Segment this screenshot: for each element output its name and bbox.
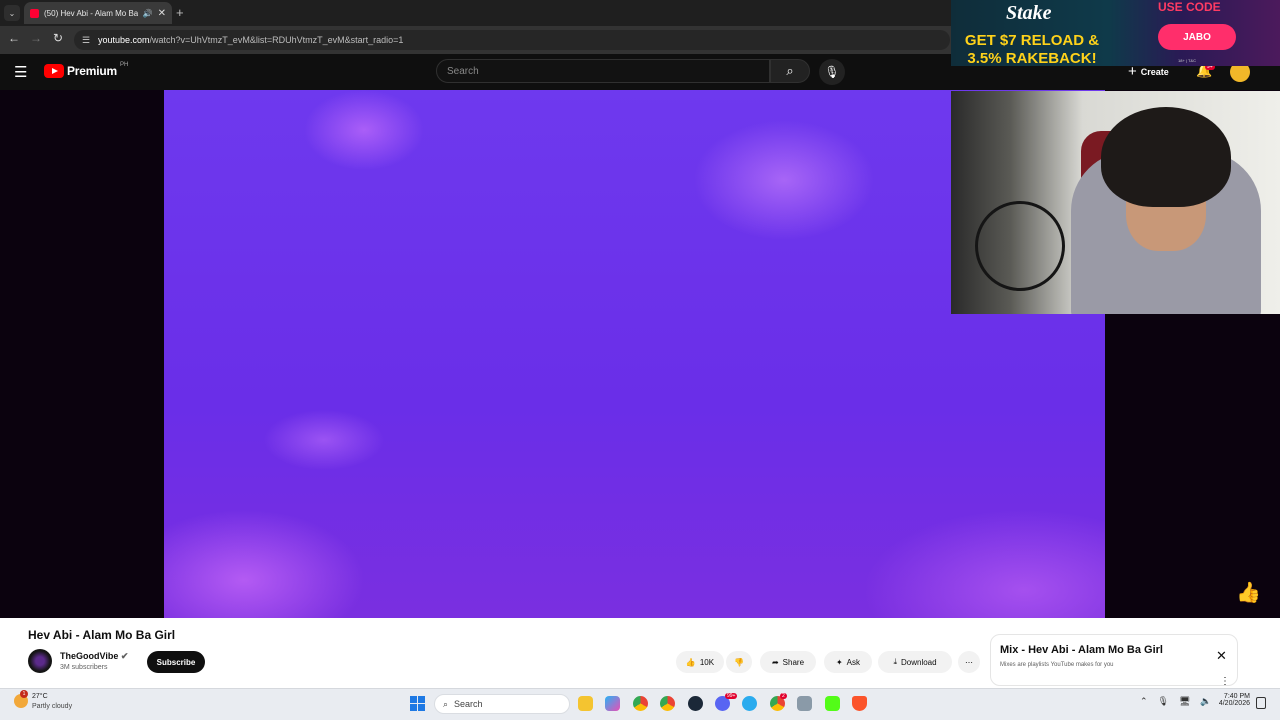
browser-tab-active[interactable]: (50) Hev Abi - Alam Mo Ba Girl 🔊 ✕ <box>24 2 172 24</box>
channel-name-text: TheGoodVibe <box>60 651 119 661</box>
download-label: Download <box>900 657 937 667</box>
chrome-badge: 2 <box>780 693 787 699</box>
mix-title: Mix - Hev Abi - Alam Mo Ba Girl <box>1000 644 1163 656</box>
volume-icon[interactable]: 🔈 <box>1200 696 1211 707</box>
tab-list-chevron-icon[interactable]: ⌄ <box>4 5 20 21</box>
telegram-icon[interactable] <box>742 696 757 711</box>
address-bar[interactable]: ☰ youtube.com/watch?v=UhVtmzT_evM&list=R… <box>74 30 950 50</box>
clock-time: 7:40 PM <box>1223 693 1250 700</box>
kick-icon[interactable] <box>825 696 840 711</box>
site-info-icon[interactable]: ☰ <box>82 35 90 46</box>
channel-name[interactable]: TheGoodVibe ✔ <box>60 651 128 662</box>
share-arrow-icon: ➦ <box>771 657 779 667</box>
voice-search-button[interactable]: 🎙 <box>819 59 845 85</box>
menu-hamburger-icon[interactable]: ☰ <box>14 63 27 81</box>
notification-center-icon[interactable] <box>1256 697 1266 709</box>
forward-arrow-icon[interactable]: → <box>30 31 42 45</box>
thumbs-up-icon: 👍 <box>685 657 696 667</box>
weather-condition: Partly cloudy <box>32 703 73 710</box>
search-button[interactable]: ⌕ <box>770 59 810 83</box>
chrome-profile-icon[interactable] <box>660 696 675 711</box>
ask-label: Ask <box>846 657 861 667</box>
subscriber-count: 3M subscribers <box>60 664 108 671</box>
close-mix-icon[interactable]: ✕ <box>1216 648 1227 664</box>
network-icon[interactable]: 🖥 <box>1179 696 1190 707</box>
microphone-icon: 🎙 <box>824 65 840 79</box>
search-input[interactable]: Search <box>436 59 770 83</box>
verified-check-icon: ✔ <box>120 651 129 661</box>
create-label: Create <box>1140 66 1169 77</box>
brave-icon[interactable] <box>852 696 867 711</box>
taskbar-search[interactable]: ⌕ Search <box>434 694 570 714</box>
tab-title: (50) Hev Abi - Alam Mo Ba Girl <box>44 8 138 18</box>
taskbar-clock[interactable]: 7:40 PM 4/20/2026 <box>1214 693 1250 707</box>
youtube-premium-logo[interactable]: Premium PH <box>44 62 129 78</box>
share-label: Share <box>782 657 805 667</box>
sparkle-icon: ✦ <box>835 657 843 667</box>
reload-icon[interactable]: ↻ <box>53 31 63 45</box>
youtube-play-icon <box>44 64 64 78</box>
speaker-icon[interactable]: 🔊 <box>143 9 153 18</box>
close-tab-icon[interactable]: ✕ <box>158 8 166 19</box>
ask-button[interactable]: ✦ Ask <box>824 651 872 673</box>
mix-playlist-panel <box>990 634 1238 686</box>
system-tray: ⌃ 🎙 🖥 🔈 <box>1140 696 1212 707</box>
webcam-overlay <box>951 91 1280 314</box>
download-icon: ⤓ <box>893 657 897 666</box>
ad-use-code-label: USE CODE <box>1158 0 1221 14</box>
channel-avatar[interactable] <box>28 649 52 673</box>
stake-logo: Stake <box>1006 2 1052 24</box>
ad-fine-print: 18+ | T&C <box>1178 58 1196 63</box>
like-count: 10K <box>699 657 715 667</box>
logo-text: Premium <box>67 64 117 78</box>
search-icon: ⌕ <box>786 63 794 78</box>
subscribe-button[interactable]: Subscribe <box>147 651 205 673</box>
youtube-favicon-icon <box>30 8 39 18</box>
calculator-icon[interactable] <box>797 696 812 711</box>
country-code: PH <box>119 62 129 68</box>
windows-start-icon[interactable] <box>410 696 425 711</box>
streamer-hair <box>1101 107 1231 207</box>
ad-headline: GET $7 RELOAD & 3.5% RAKEBACK! <box>964 32 1100 67</box>
url-host: youtube.com <box>98 35 150 45</box>
chrome-icon[interactable] <box>633 696 648 711</box>
tray-chevron-icon[interactable]: ⌃ <box>1140 696 1148 707</box>
mic-tray-icon[interactable]: 🎙 <box>1158 696 1169 707</box>
temperature: 27°C <box>32 693 48 700</box>
download-button[interactable]: ⤓ Download <box>878 651 952 673</box>
copilot-icon[interactable] <box>605 696 620 711</box>
new-tab-icon[interactable]: + <box>176 5 184 20</box>
back-arrow-icon[interactable]: ← <box>8 31 20 45</box>
more-horizontal-icon: ⋯ <box>965 657 973 667</box>
file-explorer-icon[interactable] <box>578 696 593 711</box>
url-path: /watch?v=UhVtmzT_evM&list=RDUhVtmzT_evM&… <box>149 35 404 45</box>
bicycle-wheel <box>975 201 1065 291</box>
dislike-button[interactable]: 👎 <box>726 651 752 673</box>
thumbs-down-icon: 👎 <box>734 657 744 667</box>
clock-date: 4/20/2026 <box>1218 700 1250 707</box>
more-actions-button[interactable]: ⋯ <box>958 651 980 673</box>
taskbar-search-label: Search <box>454 699 483 709</box>
weather-badge: 1 <box>20 690 28 698</box>
search-icon: ⌕ <box>443 698 449 709</box>
share-button[interactable]: ➦ Share <box>760 651 816 673</box>
thumbs-up-overlay-icon: 👍 <box>1236 582 1261 604</box>
ad-code-button[interactable]: JABO <box>1158 24 1236 50</box>
mix-subtitle: Mixes are playlists YouTube makes for yo… <box>1000 662 1114 668</box>
discord-badge: 99+ <box>725 693 738 699</box>
like-button[interactable]: 👍 10K <box>676 651 724 673</box>
steam-icon[interactable] <box>688 696 703 711</box>
video-title: Hev Abi - Alam Mo Ba Girl <box>28 628 176 642</box>
mix-more-vertical-icon[interactable]: ⋮ <box>1220 676 1230 687</box>
